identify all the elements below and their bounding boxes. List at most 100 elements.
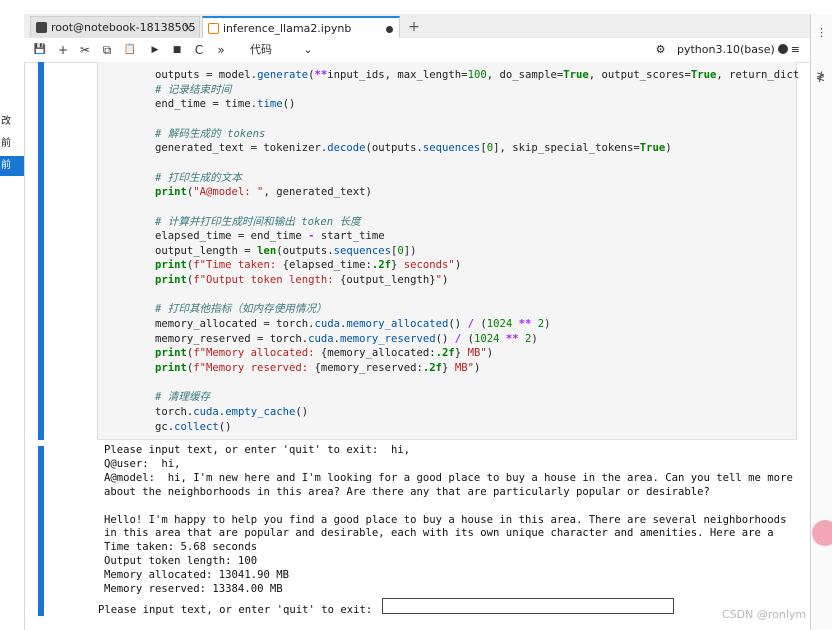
code-token: # 计算并打印生成时间和输出 token 长度 [155,215,361,228]
code-token: ( [473,318,487,331]
code-token: cuda [308,332,334,345]
stop-icon[interactable]: ■ [170,41,184,59]
code-token: print [155,362,187,375]
code-line: # 打印生成的文本 [155,171,799,186]
code-token: , return_dict [716,69,800,81]
code-token: time [257,98,283,111]
csdn-watermark: CSDN @ronlym [722,608,807,621]
code-token: generate [257,69,309,81]
code-token: {output_length} [339,274,436,287]
kernel-name[interactable]: python3.10(base) [677,43,775,56]
code-token: ) [544,318,551,331]
property-inspector-icon[interactable]: ⋮ [816,26,827,39]
code-line: print(f"Time taken: {elapsed_time:.2f} s… [155,258,799,273]
code-token: .2f [435,347,455,360]
code-line: output_length = len(outputs.sequences[0]… [155,244,799,259]
cell-type-select[interactable]: 代码 [246,41,276,59]
code-token: # 解码生成的 tokens [155,127,266,140]
code-token: 100 [467,69,487,81]
output-line: Time taken: 5.68 seconds [104,541,258,554]
code-token: () [448,318,468,331]
code-token: () [218,420,232,433]
code-token: generated_text = tokenizer. [155,142,328,155]
code-token: ) [665,142,672,155]
code-line: elapsed_time = end_time - start_time [155,229,799,244]
code-token: f"Memory reserved: [193,362,315,375]
new-tab-button[interactable]: + [404,16,424,38]
code-token: {elapsed_time: [282,259,372,272]
copy-icon[interactable]: ⧉ [100,41,114,59]
paste-icon[interactable]: 📋 [122,41,138,59]
cell-collapser-1[interactable] [38,62,44,440]
output-line: in this area that are popular and desira… [104,527,774,540]
stdin-prompt: Please input text, or enter 'quit' to ex… [98,598,674,616]
left-item-1[interactable]: 改 [0,112,24,132]
output-line: Q@user: hi, [104,457,181,470]
code-token: True [563,69,589,81]
code-line: end_time = time.time() [155,97,799,112]
code-line: print(f"Memory reserved: {memory_reserve… [155,361,799,376]
code-token: 1024 [486,318,513,331]
code-token: MB" [461,347,487,360]
code-token: empty_cache [225,406,296,419]
code-token: outputs = model. [155,69,258,81]
gear-icon[interactable]: ⚙ [656,43,666,56]
run-icon[interactable]: ▶ [148,41,162,59]
debugger-icon[interactable]: ≹ [816,70,825,83]
code-token: "A@model: " [193,186,264,199]
tab-terminal[interactable]: root@notebook-18138505 × [30,16,200,38]
output-line: Output token length: 100 [104,555,258,568]
code-token: memory_allocated [346,318,449,331]
menu-icon[interactable]: ≡ [791,43,800,56]
kernel-status: ⚙ python3.10(base) ≡ [656,41,800,59]
left-item-3[interactable]: 前 [0,156,24,176]
left-item-2[interactable]: 前 [0,134,24,154]
run-all-icon[interactable]: » [214,41,228,59]
add-cell-icon[interactable]: + [56,41,70,59]
unsaved-dot-icon[interactable] [386,26,393,33]
tab-notebook[interactable]: inference_llama2.ipynb [202,16,400,38]
code-line: # 清理缓存 [155,390,799,405]
code-token: , output_scores= [588,69,691,81]
code-token: 1024 [473,332,500,345]
code-token: , generated_text) [263,186,372,199]
code-token: ) [473,362,481,375]
code-token: ) [454,259,462,272]
code-editor[interactable]: outputs = model.generate(**input_ids, ma… [155,68,799,434]
code-token: cuda [314,318,340,331]
code-token: True [690,69,717,81]
code-line: torch.cuda.empty_cache() [155,405,799,420]
restart-icon[interactable]: C [192,41,206,59]
save-icon[interactable]: 💾 [32,41,48,59]
cell-collapser-2[interactable] [38,446,44,616]
output-line: Memory reserved: 13384.00 MB [104,583,283,596]
code-token: print [155,186,187,199]
close-icon[interactable]: × [183,17,193,39]
stdin-input[interactable] [382,598,674,614]
code-token: print [155,259,187,272]
code-token: ], skip_special_tokens= [493,142,640,155]
code-token: gc. [155,420,175,433]
code-token: ** [505,332,519,345]
left-file-panel: 改 前 前 [0,14,25,630]
code-token: .2f [422,362,443,375]
code-line: gc.collect() [155,420,799,435]
cut-icon[interactable]: ✂ [78,41,92,59]
code-line: generated_text = tokenizer.decode(output… [155,141,799,156]
code-token: (outputs. [276,244,334,257]
top-strip [0,0,832,14]
code-line: print("A@model: ", generated_text) [155,185,799,200]
floating-assistant-icon[interactable] [812,520,832,546]
code-token: , do_sample= [486,69,564,81]
code-line: # 打印其他指标（如内存使用情况） [155,302,799,317]
code-cell-input[interactable]: outputs = model.generate(**input_ids, ma… [97,62,799,440]
chevron-down-icon[interactable]: ⌄ [302,41,314,59]
code-token: {memory_reserved: [314,362,423,375]
output-line: about the neighborhoods in this area? Ar… [104,485,710,498]
code-line: memory_allocated = torch.cuda.memory_all… [155,317,799,332]
code-token: ]) [403,244,417,257]
code-token: # 打印其他指标（如内存使用情况） [155,303,327,316]
